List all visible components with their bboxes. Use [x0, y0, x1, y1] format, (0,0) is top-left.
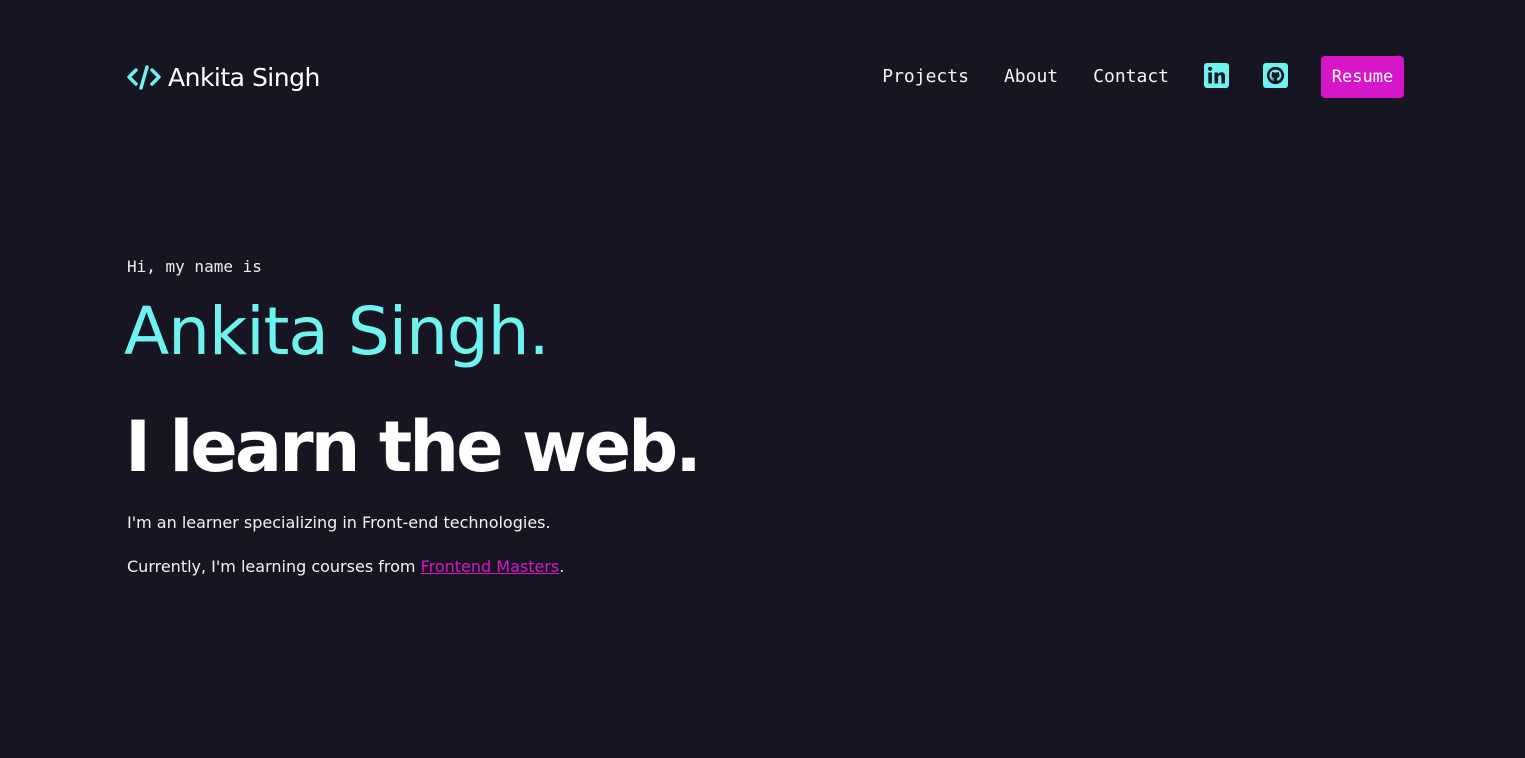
- hero-greeting: Hi, my name is: [127, 257, 262, 276]
- linkedin-icon: [1204, 62, 1229, 88]
- frontend-masters-link[interactable]: Frontend Masters: [421, 557, 560, 576]
- nav-projects-link[interactable]: Projects: [882, 68, 969, 86]
- github-link[interactable]: [1263, 62, 1288, 88]
- hero-tagline: I learn the web.: [125, 406, 702, 488]
- github-icon: [1263, 62, 1288, 88]
- brand-name: Ankita Singh: [168, 62, 320, 92]
- code-icon: [127, 64, 161, 90]
- hero-section: Hi, my name is Ankita Singh. I learn the…: [124, 255, 1027, 576]
- site-header: Ankita Singh Projects About Contact Resu…: [127, 56, 1404, 98]
- brand-home-link[interactable]: Ankita Singh: [127, 56, 320, 98]
- learning-prefix: Currently, I'm learning courses from: [127, 557, 421, 576]
- main-nav: Projects About Contact Resume: [882, 56, 1404, 98]
- hero-name: Ankita Singh.: [124, 293, 550, 370]
- learning-suffix: .: [559, 557, 565, 576]
- hero-learning-text: Currently, I'm learning courses from Fro…: [127, 555, 564, 579]
- nav-about-link[interactable]: About: [1004, 68, 1058, 86]
- resume-button[interactable]: Resume: [1321, 56, 1404, 98]
- hero-bio: I'm an learner specializing in Front-end…: [127, 513, 551, 532]
- linkedin-link[interactable]: [1204, 62, 1229, 88]
- nav-contact-link[interactable]: Contact: [1093, 68, 1169, 86]
